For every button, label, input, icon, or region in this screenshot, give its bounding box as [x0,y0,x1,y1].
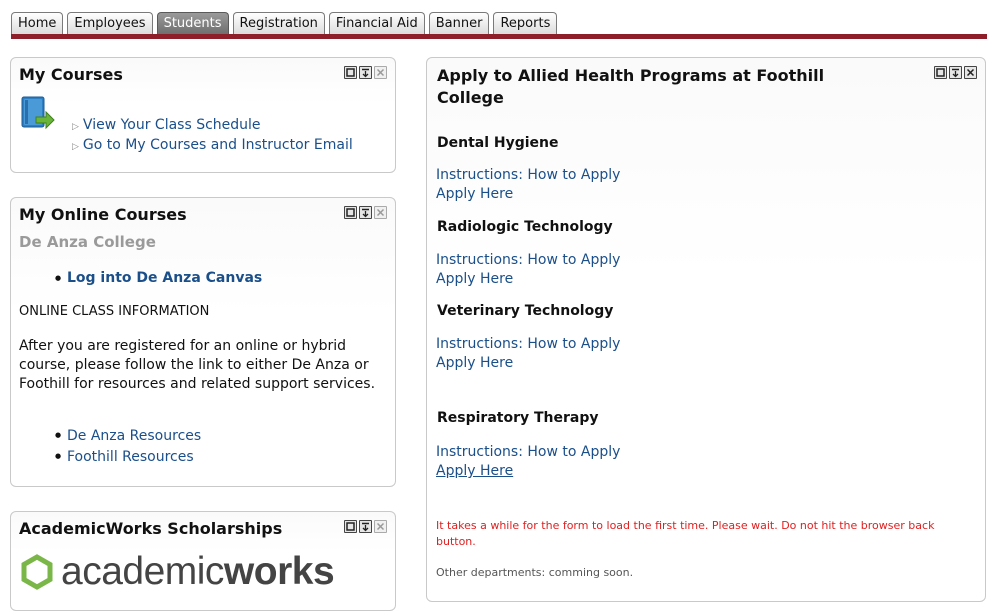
tab-financial-aid[interactable]: Financial Aid [328,12,425,34]
college-name: De Anza College [19,233,156,251]
panel-controls [934,66,977,79]
panel-controls [344,66,387,79]
program-heading: Veterinary Technology [437,303,614,319]
resource-list: De Anza Resources Foothill Resources [53,426,201,468]
close-icon[interactable] [374,520,387,533]
book-arrow-icon [20,96,56,134]
online-info-text: After you are registered for an online o… [19,338,376,392]
minimize-icon[interactable] [359,66,372,79]
maximize-icon[interactable] [344,66,357,79]
my-courses-panel: My Courses ▷ View Your Class Schedule ▷ Go… [10,57,396,173]
tab-home[interactable]: Home [11,12,64,34]
close-icon[interactable] [374,66,387,79]
panel-title: Apply to Allied Health Programs at Footh… [437,66,825,107]
online-info-heading: ONLINE CLASS INFORMATION [19,304,210,319]
online-courses-panel: My Online Courses De Anza College Log in… [10,197,396,487]
scholarships-panel: AcademicWorks Scholarships academicworks [10,511,396,611]
canvas-list: Log into De Anza Canvas [53,269,262,288]
apply-link[interactable]: Apply Here [436,355,513,371]
tab-students[interactable]: Students [156,12,229,34]
list-item: De Anza Resources [53,426,201,447]
panel-title: My Online Courses [19,205,187,224]
allied-health-panel: Apply to Allied Health Programs at Footh… [426,57,986,602]
program-heading: Respiratory Therapy [437,410,599,426]
tab-registration[interactable]: Registration [232,12,325,34]
program-heading: Dental Hygiene [437,135,559,151]
close-icon[interactable] [374,206,387,219]
courses-email-link[interactable]: Go to My Courses and Instructor Email [83,137,353,153]
apply-link[interactable]: Apply Here [436,271,513,287]
apply-link[interactable]: Apply Here [436,463,513,479]
panel-title: My Courses [19,65,123,84]
panel-controls [344,520,387,533]
tab-divider [11,34,987,39]
triangle-bullet-icon: ▷ [72,122,79,132]
main-tabs: Home Employees Students Registration Fin… [11,10,558,34]
tab-employees[interactable]: Employees [67,12,153,34]
apply-link[interactable]: Apply Here [436,186,513,202]
list-item: ▷ Go to My Courses and Instructor Email [72,136,353,156]
instructions-link[interactable]: Instructions: How to Apply [436,167,620,183]
list-item: Foothill Resources [53,447,201,468]
close-icon[interactable] [964,66,977,79]
maximize-icon[interactable] [344,520,357,533]
load-warning: It takes a while for the form to load th… [436,519,935,548]
panel-controls [344,206,387,219]
minimize-icon[interactable] [359,520,372,533]
list-item: Log into De Anza Canvas [53,269,262,288]
my-courses-links: ▷ View Your Class Schedule ▷ Go to My Cour… [72,116,353,156]
hexagon-logo-icon [21,554,53,590]
minimize-icon[interactable] [949,66,962,79]
other-departments-note: Other departments: comming soon. [436,566,634,579]
foothill-resources-link[interactable]: Foothill Resources [67,449,194,465]
maximize-icon[interactable] [344,206,357,219]
panel-title: AcademicWorks Scholarships [19,519,283,538]
program-heading: Radiologic Technology [437,219,613,235]
tab-banner[interactable]: Banner [428,12,490,34]
class-schedule-link[interactable]: View Your Class Schedule [83,117,261,133]
instructions-link[interactable]: Instructions: How to Apply [436,252,620,268]
instructions-link[interactable]: Instructions: How to Apply [436,444,620,460]
canvas-login-link[interactable]: Log into De Anza Canvas [67,270,262,286]
tab-reports[interactable]: Reports [493,12,558,34]
list-item: ▷ View Your Class Schedule [72,116,353,136]
minimize-icon[interactable] [359,206,372,219]
logo-text: academicworks [61,550,335,593]
instructions-link[interactable]: Instructions: How to Apply [436,336,620,352]
deanza-resources-link[interactable]: De Anza Resources [67,428,201,444]
academicworks-logo[interactable]: academicworks [19,550,335,594]
maximize-icon[interactable] [934,66,947,79]
triangle-bullet-icon: ▷ [72,142,79,152]
